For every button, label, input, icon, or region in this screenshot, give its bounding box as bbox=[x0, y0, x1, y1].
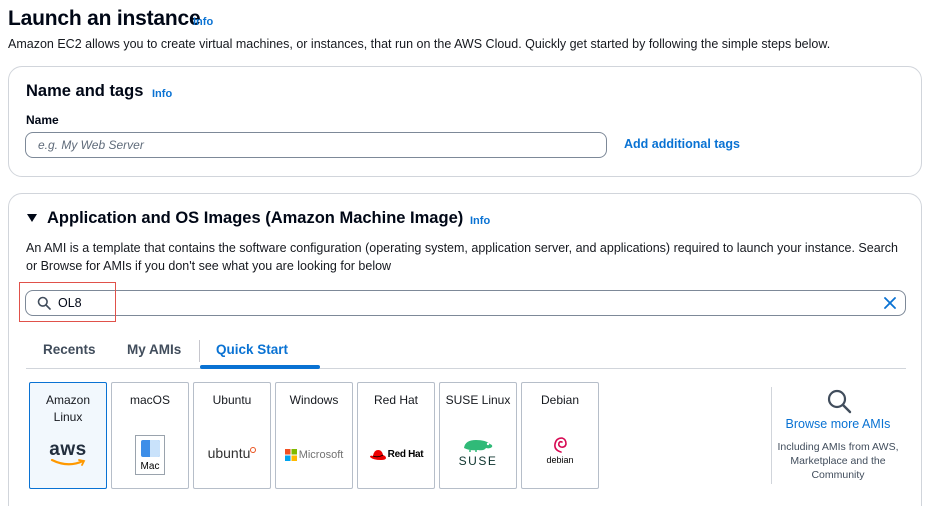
page-info-link[interactable]: Info bbox=[193, 16, 213, 28]
name-and-tags-info-link[interactable]: Info bbox=[152, 88, 172, 100]
browse-more-amis-description: Including AMIs from AWS, Marketplace and… bbox=[777, 441, 899, 481]
add-additional-tags-link[interactable]: Add additional tags bbox=[624, 137, 740, 151]
ami-heading: Application and OS Images (Amazon Machin… bbox=[47, 209, 464, 227]
ubuntu-logo-icon: ubuntu bbox=[194, 445, 270, 463]
ami-info-link[interactable]: Info bbox=[470, 215, 490, 227]
ami-tile-debian[interactable]: Debian debian bbox=[521, 382, 599, 489]
ami-tile-macos[interactable]: macOS Mac bbox=[111, 382, 189, 489]
tab-quick-start[interactable]: Quick Start bbox=[216, 342, 288, 357]
mac-finder-icon: Mac bbox=[112, 435, 188, 475]
name-input[interactable] bbox=[25, 132, 607, 158]
tile-label: Amazon Linux bbox=[45, 393, 91, 424]
browse-divider bbox=[771, 387, 772, 484]
ami-search-box[interactable] bbox=[25, 290, 906, 316]
tab-divider bbox=[199, 340, 200, 362]
browse-more-amis-link[interactable]: Browse more AMIs bbox=[773, 417, 903, 431]
ami-tile-amazon-linux[interactable]: Amazon Linux aws bbox=[29, 382, 107, 489]
ami-search-input[interactable] bbox=[58, 294, 858, 312]
active-tab-indicator bbox=[200, 365, 320, 369]
debian-swirl-icon: debian bbox=[522, 436, 598, 465]
ami-tile-suse-linux[interactable]: SUSE Linux SUSE bbox=[439, 382, 517, 489]
tile-label: SUSE Linux bbox=[445, 393, 511, 407]
collapse-caret-icon[interactable] bbox=[27, 214, 37, 222]
page-description: Amazon EC2 allows you to create virtual … bbox=[8, 37, 831, 51]
tile-label: Debian bbox=[540, 393, 580, 407]
ami-tile-red-hat[interactable]: Red Hat Red Hat bbox=[357, 382, 435, 489]
ami-description: An AMI is a template that contains the s… bbox=[26, 241, 899, 273]
tab-recents[interactable]: Recents bbox=[43, 342, 96, 357]
browse-search-icon[interactable] bbox=[826, 388, 852, 414]
name-and-tags-panel: Name and tags Info Name Add additional t… bbox=[8, 66, 922, 177]
suse-chameleon-icon: SUSE bbox=[440, 438, 516, 468]
tile-label: Windows bbox=[289, 393, 339, 407]
ami-tile-ubuntu[interactable]: Ubuntu ubuntu bbox=[193, 382, 271, 489]
red-hat-logo-icon: Red Hat bbox=[358, 446, 434, 464]
tab-my-amis[interactable]: My AMIs bbox=[127, 342, 181, 357]
ami-panel: Application and OS Images (Amazon Machin… bbox=[8, 193, 922, 506]
page-title: Launch an instance bbox=[8, 7, 201, 30]
tile-label: macOS bbox=[129, 393, 170, 407]
search-highlight-annotation bbox=[19, 282, 116, 322]
aws-logo-icon: aws bbox=[30, 440, 106, 467]
tile-label: Ubuntu bbox=[212, 393, 252, 407]
ami-tile-windows[interactable]: Windows Microsoft bbox=[275, 382, 353, 489]
microsoft-logo-icon: Microsoft bbox=[276, 446, 352, 464]
name-field-label: Name bbox=[26, 113, 59, 127]
clear-search-icon[interactable] bbox=[883, 296, 897, 310]
name-and-tags-heading: Name and tags bbox=[26, 82, 144, 100]
ami-tabs: Recents My AMIs Quick Start bbox=[26, 337, 906, 369]
tile-label: Red Hat bbox=[373, 393, 419, 407]
